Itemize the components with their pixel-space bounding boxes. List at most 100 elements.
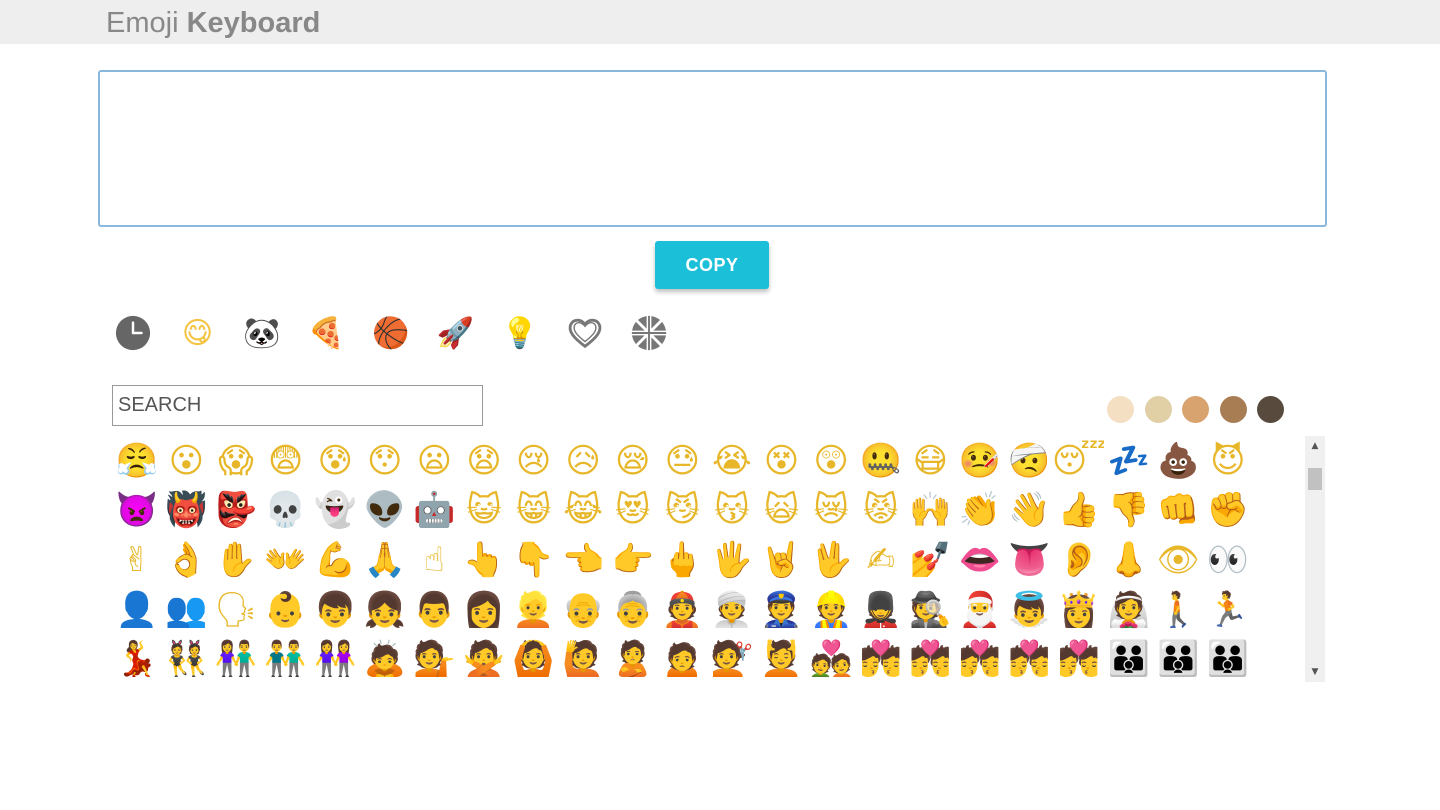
emoji-cell[interactable]: 😺 [459, 486, 509, 536]
emoji-cell[interactable]: 👳 [707, 585, 757, 635]
emoji-cell[interactable]: 👂 [1054, 535, 1104, 585]
emoji-cell[interactable]: ☝ [410, 535, 460, 585]
emoji-cell[interactable]: 👽 [360, 486, 410, 536]
emoji-cell[interactable]: 💀 [261, 486, 311, 536]
emoji-cell[interactable]: 👲 [658, 585, 708, 635]
emoji-cell[interactable]: 💤 [1104, 436, 1154, 486]
skin-tone-2[interactable] [1144, 396, 1172, 423]
emoji-cell[interactable]: 🤕 [1005, 436, 1055, 486]
emoji-cell[interactable]: 👹 [162, 486, 212, 536]
emoji-cell[interactable]: 🕵 [906, 585, 956, 635]
emoji-cell[interactable]: 👎 [1104, 486, 1154, 536]
emoji-cell[interactable]: 😦 [410, 436, 460, 486]
emoji-cell[interactable]: 🤐 [856, 436, 906, 486]
emoji-cell[interactable]: 👬 [261, 634, 311, 682]
emoji-cell[interactable]: 🙋 [558, 634, 608, 682]
emoji-cell[interactable]: 💑 [806, 634, 856, 682]
emoji-cell[interactable]: 😯 [360, 436, 410, 486]
emoji-cell[interactable]: 😢 [509, 436, 559, 486]
emoji-cell[interactable]: 😸 [509, 486, 559, 536]
emoji-cell[interactable]: 💪 [310, 535, 360, 585]
emoji-cell[interactable]: 💇 [707, 634, 757, 682]
emoji-cell[interactable]: 😴 [1054, 436, 1104, 486]
skin-tone-1[interactable] [1107, 396, 1134, 423]
emoji-cell[interactable]: 👄 [955, 535, 1005, 585]
emoji-cell[interactable]: 👌 [162, 535, 212, 585]
travel-category-tab[interactable]: 🚀 [436, 313, 476, 353]
emoji-cell[interactable]: 😻 [608, 486, 658, 536]
emoji-cell[interactable]: 👵 [608, 585, 658, 635]
emoji-cell[interactable]: 😮 [162, 436, 212, 486]
emoji-cell[interactable]: ✍ [856, 535, 906, 585]
emoji-cell[interactable]: 💂 [856, 585, 906, 635]
emoji-grid-scrollbar[interactable]: ▲ ▼ [1305, 436, 1325, 682]
emoji-cell[interactable]: 💩 [1153, 436, 1203, 486]
emoji-cell[interactable]: 😿 [806, 486, 856, 536]
emoji-cell[interactable]: 🙏 [360, 535, 410, 585]
emoji-cell[interactable]: 😭 [707, 436, 757, 486]
emoji-cell[interactable]: ✊ [1203, 486, 1253, 536]
emoji-cell[interactable]: 👷 [806, 585, 856, 635]
emoji-cell[interactable]: 👐 [261, 535, 311, 585]
emoji-cell[interactable]: 😨 [261, 436, 311, 486]
emoji-cell[interactable]: 💏 [906, 634, 956, 682]
emoji-cell[interactable]: 😵 [757, 436, 807, 486]
emoji-cell[interactable]: 👏 [955, 486, 1005, 536]
emoji-cell[interactable]: 🙅 [459, 634, 509, 682]
emoji-cell[interactable]: 👪 [1104, 634, 1154, 682]
emoji-search-input[interactable] [112, 385, 483, 426]
emoji-text-area[interactable] [98, 70, 1327, 227]
emoji-cell[interactable]: 👻 [310, 486, 360, 536]
emoji-cell[interactable]: 👫 [211, 634, 261, 682]
symbols-category-tab[interactable] [565, 313, 605, 353]
scrollbar-thumb[interactable] [1308, 468, 1322, 490]
emoji-cell[interactable]: 😱 [211, 436, 261, 486]
emoji-cell[interactable]: 👅 [1005, 535, 1055, 585]
emoji-cell[interactable]: 😤 [112, 436, 162, 486]
emoji-cell[interactable]: 😧 [459, 436, 509, 486]
emoji-cell[interactable]: 👴 [558, 585, 608, 635]
emoji-cell[interactable]: 👍 [1054, 486, 1104, 536]
emoji-cell[interactable]: 👪 [1153, 634, 1203, 682]
emoji-cell[interactable]: 💆 [757, 634, 807, 682]
emoji-cell[interactable]: 😲 [806, 436, 856, 486]
emoji-cell[interactable]: 😼 [658, 486, 708, 536]
emoji-cell[interactable]: 👶 [261, 585, 311, 635]
emoji-cell[interactable]: 👸 [1054, 585, 1104, 635]
emoji-cell[interactable]: 👿 [112, 486, 162, 536]
emoji-cell[interactable]: 💁 [410, 634, 460, 682]
people-category-tab[interactable]: 😋 [178, 313, 218, 353]
recent-category-tab[interactable] [113, 313, 153, 353]
emoji-cell[interactable]: 😷 [906, 436, 956, 486]
emoji-cell[interactable]: 👯 [162, 634, 212, 682]
emoji-cell[interactable]: 🙆 [509, 634, 559, 682]
emoji-cell[interactable]: 💏 [955, 634, 1005, 682]
emoji-cell[interactable]: 💅 [906, 535, 956, 585]
emoji-cell[interactable]: 👱 [509, 585, 559, 635]
emoji-cell[interactable]: 👇 [509, 535, 559, 585]
emoji-cell[interactable]: 👰 [1104, 585, 1154, 635]
emoji-cell[interactable]: 👤 [112, 585, 162, 635]
emoji-cell[interactable]: 👊 [1153, 486, 1203, 536]
emoji-cell[interactable]: 👁 [1153, 535, 1203, 585]
copy-button[interactable]: COPY [655, 241, 769, 289]
emoji-cell[interactable]: 👃 [1104, 535, 1154, 585]
emoji-cell[interactable]: 😾 [856, 486, 906, 536]
emoji-cell[interactable]: 🤒 [955, 436, 1005, 486]
emoji-cell[interactable]: 👭 [310, 634, 360, 682]
emoji-cell[interactable]: 😪 [608, 436, 658, 486]
emoji-cell[interactable]: 💏 [856, 634, 906, 682]
emoji-cell[interactable]: 🙇 [360, 634, 410, 682]
emoji-cell[interactable]: 🤖 [410, 486, 460, 536]
emoji-cell[interactable]: 💏 [1054, 634, 1104, 682]
emoji-cell[interactable]: 👆 [459, 535, 509, 585]
emoji-cell[interactable]: 👪 [1203, 634, 1253, 682]
emoji-cell[interactable]: 🤘 [757, 535, 807, 585]
emoji-cell[interactable]: 💃 [112, 634, 162, 682]
emoji-cell[interactable]: 🖕 [658, 535, 708, 585]
emoji-cell[interactable]: 🏃 [1203, 585, 1253, 635]
emoji-cell[interactable]: 🗣 [211, 585, 261, 635]
emoji-cell[interactable]: ✋ [211, 535, 261, 585]
emoji-cell[interactable]: 👦 [310, 585, 360, 635]
skin-tone-4[interactable] [1219, 396, 1247, 423]
